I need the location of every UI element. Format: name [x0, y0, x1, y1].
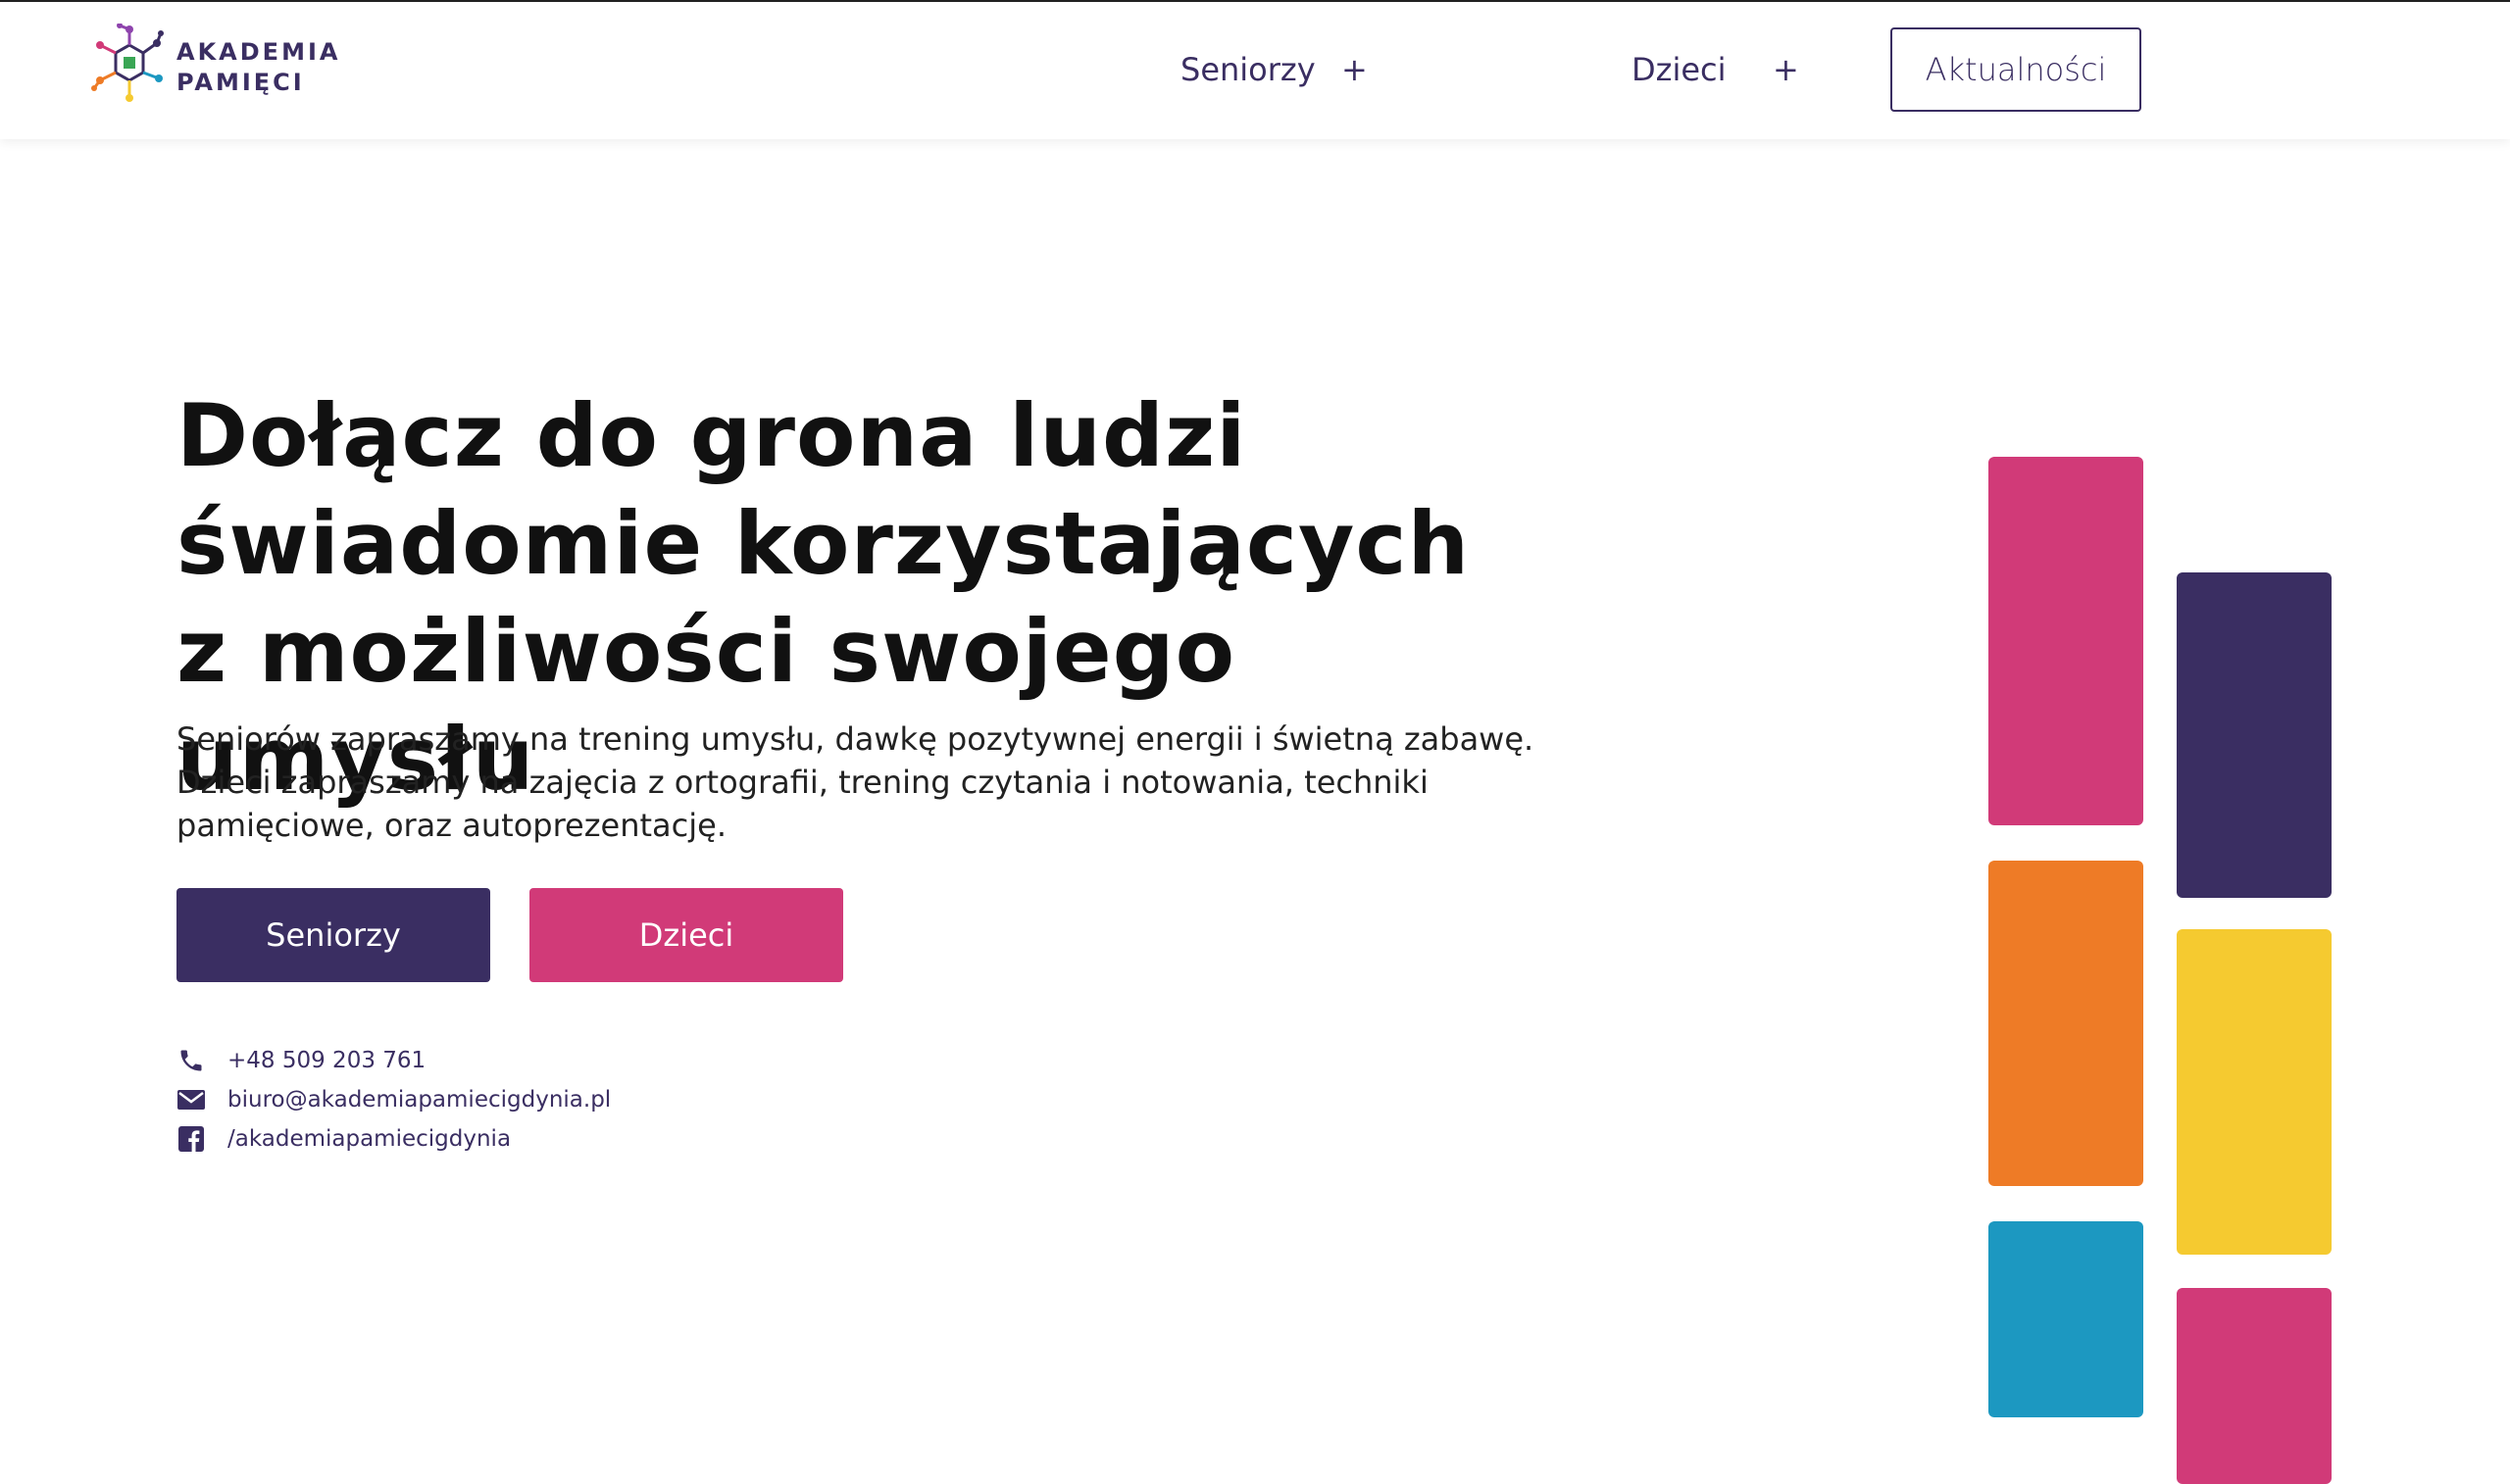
email-address: biuro@akademiapamiecigdynia.pl	[227, 1087, 612, 1113]
facebook-handle: /akademiapamiecigdynia	[227, 1126, 512, 1152]
phone-number: +48 509 203 761	[227, 1048, 427, 1073]
contact-facebook[interactable]: /akademiapamiecigdynia	[176, 1123, 511, 1155]
dzieci-button[interactable]: Dzieci	[529, 888, 843, 982]
news-button[interactable]: Aktualności	[1890, 27, 2141, 112]
hero-description-line-kids: Dzieci zapraszamy na zajęcia z ortografi…	[176, 764, 1429, 844]
seniorzy-button[interactable]: Seniorzy	[176, 888, 490, 982]
facebook-icon	[176, 1124, 206, 1154]
logo-mark-icon	[91, 24, 164, 102]
hero-description-line-seniors: Seniorów zapraszamy na trening umysłu, d…	[176, 720, 1534, 758]
decor-block-pink-bottom	[2177, 1288, 2332, 1484]
nav-dzieci-expand-icon[interactable]: +	[1773, 51, 1799, 88]
nav-seniorzy-expand-icon[interactable]: +	[1341, 51, 1368, 88]
decor-block-purple	[2177, 572, 2332, 898]
contact-phone[interactable]: +48 509 203 761	[176, 1045, 426, 1076]
nav-item-seniorzy[interactable]: Seniorzy	[1180, 51, 1316, 88]
decor-block-yellow	[2177, 929, 2332, 1255]
decor-block-orange	[1988, 861, 2143, 1186]
logo-line-1: AKADEMIA	[176, 38, 341, 66]
hero-description: Seniorów zapraszamy na trening umysłu, d…	[176, 717, 1569, 847]
logo-line-2: PAMIĘCI	[176, 69, 305, 96]
decor-block-blue	[1988, 1221, 2143, 1417]
phone-icon	[176, 1046, 206, 1075]
logo[interactable]: AKADEMIA PAMIĘCI	[90, 24, 337, 112]
decor-block-pink-top	[1988, 457, 2143, 825]
contact-email[interactable]: biuro@akademiapamiecigdynia.pl	[176, 1084, 611, 1115]
nav-item-dzieci[interactable]: Dzieci	[1632, 51, 1727, 88]
site-header: AKADEMIA PAMIĘCI Seniorzy + Dzieci + Akt…	[0, 2, 2510, 139]
envelope-icon	[176, 1085, 206, 1114]
logo-text: AKADEMIA PAMIĘCI	[176, 37, 340, 98]
